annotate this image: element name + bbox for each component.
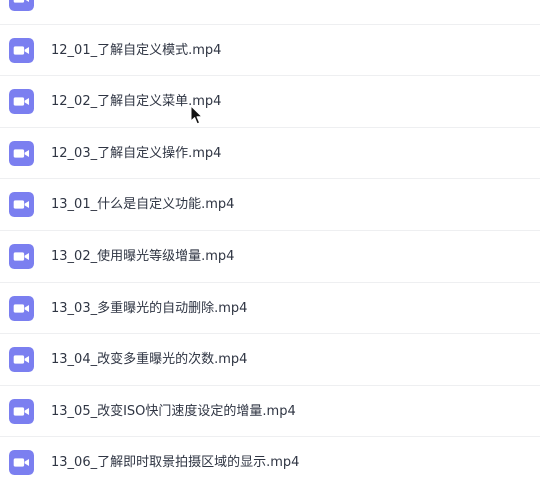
file-row[interactable]: 12_02_了解自定义菜单.mp4 <box>0 76 540 128</box>
video-file-icon <box>9 450 34 476</box>
file-row[interactable] <box>0 0 540 25</box>
video-file-icon <box>9 37 34 63</box>
file-row[interactable]: 13_02_使用曝光等级增量.mp4 <box>0 231 540 283</box>
file-name: 13_03_多重曝光的自动删除.mp4 <box>51 300 248 316</box>
file-name: 13_05_改变ISO快门速度设定的增量.mp4 <box>51 403 296 419</box>
file-name: 13_06_了解即时取景拍摄区域的显示.mp4 <box>51 455 300 471</box>
file-name: 13_01_什么是自定义功能.mp4 <box>51 197 235 213</box>
file-name: 13_02_使用曝光等级增量.mp4 <box>51 248 235 264</box>
file-name: 12_02_了解自定义菜单.mp4 <box>51 94 222 110</box>
file-row[interactable]: 13_03_多重曝光的自动删除.mp4 <box>0 283 540 335</box>
file-row[interactable]: 13_06_了解即时取景拍摄区域的显示.mp4 <box>0 437 540 489</box>
video-file-icon <box>9 347 34 373</box>
video-file-icon <box>9 192 34 218</box>
file-row[interactable]: 13_05_改变ISO快门速度设定的增量.mp4 <box>0 386 540 438</box>
video-file-icon <box>9 89 34 115</box>
file-list: 12_01_了解自定义模式.mp4 12_02_了解自定义菜单.mp4 12_0… <box>0 0 540 489</box>
file-row[interactable]: 12_01_了解自定义模式.mp4 <box>0 25 540 77</box>
file-name: 13_04_改变多重曝光的次数.mp4 <box>51 352 248 368</box>
file-name: 12_03_了解自定义操作.mp4 <box>51 145 222 161</box>
video-file-icon <box>9 295 34 321</box>
video-file-icon <box>9 398 34 424</box>
video-file-icon <box>9 140 34 166</box>
file-row[interactable]: 13_04_改变多重曝光的次数.mp4 <box>0 334 540 386</box>
file-row[interactable]: 13_01_什么是自定义功能.mp4 <box>0 179 540 231</box>
video-file-icon <box>9 243 34 269</box>
file-row[interactable]: 12_03_了解自定义操作.mp4 <box>0 128 540 180</box>
file-name: 12_01_了解自定义模式.mp4 <box>51 42 222 58</box>
video-file-icon <box>9 0 34 11</box>
